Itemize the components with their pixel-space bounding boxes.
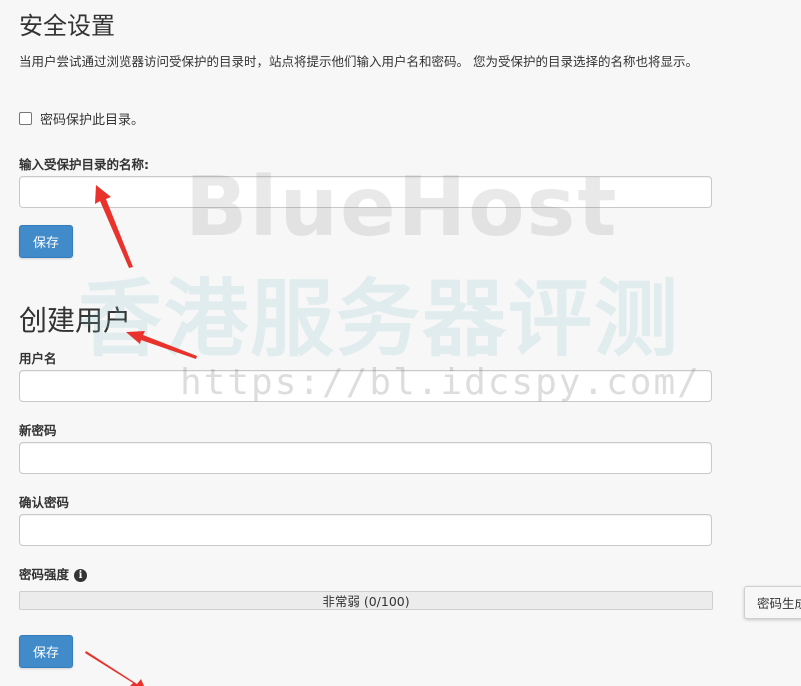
password-strength-text: 非常弱 (0/100) [322,594,410,609]
watermark-url: https://bl.idcspy.com/ [180,362,701,403]
directory-name-label: 输入受保护目录的名称: [19,157,149,172]
password-protect-checkbox[interactable] [19,112,32,125]
confirm-password-label: 确认密码 [19,495,70,510]
password-strength-label: 密码强度 [19,567,70,582]
arrow-to-save [85,651,144,686]
password-strength-row: 密码强度 i [19,564,88,583]
confirm-password-input[interactable] [19,514,712,546]
password-generator-label: 密码生成器 [757,596,801,611]
create-user-save-button[interactable]: 保存 [19,635,73,668]
password-protect-label: 密码保护此目录。 [40,113,145,128]
security-save-button[interactable]: 保存 [19,225,73,258]
password-generator-button[interactable]: 密码生成器 [744,586,801,619]
password-strength-meter: 非常弱 (0/100) [19,591,713,610]
watermark-bluehost: BlueHost [185,160,619,255]
new-password-input[interactable] [19,442,712,474]
new-password-label: 新密码 [19,423,57,438]
info-icon[interactable]: i [74,569,88,582]
security-description: 当用户尝试通过浏览器访问受保护的目录时，站点将提示他们输入用户名和密码。 您为受… [19,54,698,69]
security-settings-title: 安全设置 [19,12,115,40]
password-protect-option[interactable]: 密码保护此目录。 [19,109,144,128]
watermark-review: 香港服务器评测 [78,270,681,368]
username-label: 用户名 [19,351,57,366]
